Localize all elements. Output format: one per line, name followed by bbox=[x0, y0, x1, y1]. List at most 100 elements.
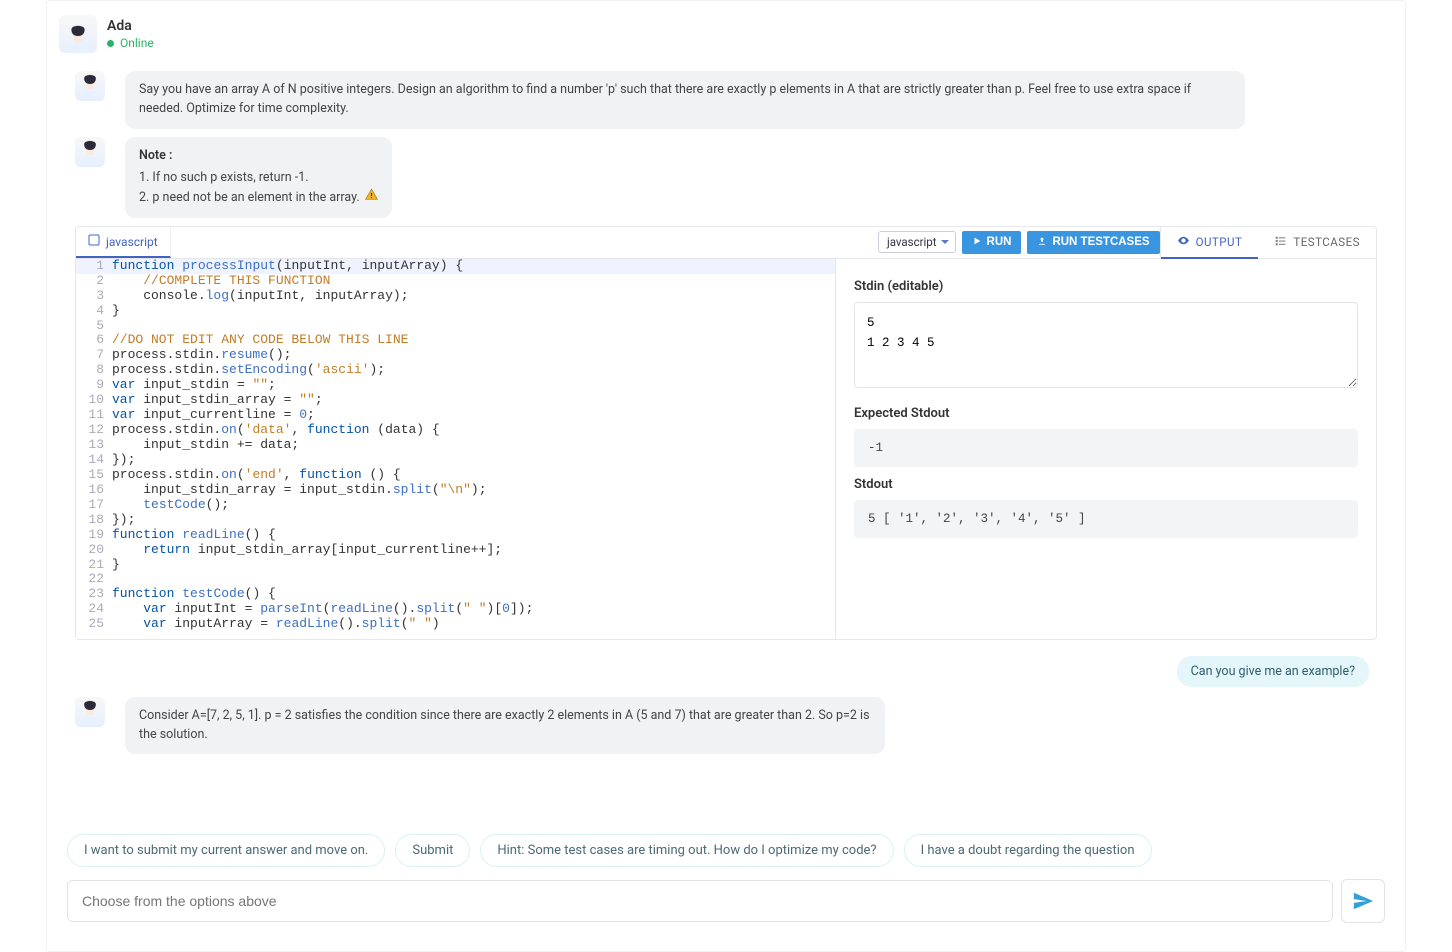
code-line[interactable]: 21} bbox=[76, 558, 835, 573]
code-line[interactable]: 12process.stdin.on('data', function (dat… bbox=[76, 423, 835, 438]
line-number: 2 bbox=[76, 274, 112, 289]
code-line[interactable]: 16 input_stdin_array = input_stdin.split… bbox=[76, 483, 835, 498]
code-content: input_stdin_array = input_stdin.split("\… bbox=[112, 483, 487, 498]
stdout-label: Stdout bbox=[854, 477, 1358, 492]
run-testcases-button[interactable]: RUN TESTCASES bbox=[1027, 231, 1159, 254]
code-content: console.log(inputInt, inputArray); bbox=[112, 289, 409, 304]
run-button[interactable]: RUN bbox=[962, 231, 1022, 254]
chip-submit-and-move-on[interactable]: I want to submit my current answer and m… bbox=[67, 834, 385, 867]
code-content: var inputInt = parseInt(readLine().split… bbox=[112, 602, 533, 617]
code-line[interactable]: 3 console.log(inputInt, inputArray); bbox=[76, 289, 835, 304]
user-bubble: Can you give me an example? bbox=[1177, 656, 1369, 687]
send-button[interactable] bbox=[1341, 879, 1385, 923]
avatar bbox=[75, 697, 105, 727]
code-content: //DO NOT EDIT ANY CODE BELOW THIS LINE bbox=[112, 333, 408, 348]
list-icon bbox=[1274, 234, 1287, 250]
code-line[interactable]: 7process.stdin.resume(); bbox=[76, 348, 835, 363]
code-line[interactable]: 17 testCode(); bbox=[76, 498, 835, 513]
line-number: 20 bbox=[76, 543, 112, 558]
code-content: var input_stdin_array = ""; bbox=[112, 393, 323, 408]
code-line[interactable]: 6//DO NOT EDIT ANY CODE BELOW THIS LINE bbox=[76, 333, 835, 348]
line-number: 23 bbox=[76, 587, 112, 602]
code-content: }); bbox=[112, 513, 135, 528]
code-line[interactable]: 14}); bbox=[76, 453, 835, 468]
code-line[interactable]: 22 bbox=[76, 572, 835, 587]
code-line[interactable]: 13 input_stdin += data; bbox=[76, 438, 835, 453]
line-number: 1 bbox=[76, 259, 112, 274]
upload-icon bbox=[1037, 236, 1047, 249]
editor-toolbar: javascript javascript RUN RUN TE bbox=[76, 227, 1376, 259]
code-editor[interactable]: 1function processInput(inputInt, inputAr… bbox=[76, 259, 836, 639]
line-number: 5 bbox=[76, 319, 112, 334]
code-line[interactable]: 18}); bbox=[76, 513, 835, 528]
message-input[interactable] bbox=[67, 880, 1333, 922]
chip-submit[interactable]: Submit bbox=[395, 834, 470, 867]
code-content: } bbox=[112, 558, 120, 573]
chip-doubt[interactable]: I have a doubt regarding the question bbox=[904, 834, 1152, 867]
chip-hint-optimize[interactable]: Hint: Some test cases are timing out. Ho… bbox=[480, 834, 893, 867]
code-line[interactable]: 5 bbox=[76, 319, 835, 334]
avatar bbox=[59, 15, 97, 53]
code-content: }); bbox=[112, 453, 135, 468]
code-line[interactable]: 11var input_currentline = 0; bbox=[76, 408, 835, 423]
code-content: testCode(); bbox=[112, 498, 229, 513]
avatar bbox=[75, 137, 105, 167]
stdin-label: Stdin (editable) bbox=[854, 279, 1358, 294]
code-line[interactable]: 23function testCode() { bbox=[76, 587, 835, 602]
code-content: process.stdin.setEncoding('ascii'); bbox=[112, 363, 385, 378]
line-number: 4 bbox=[76, 304, 112, 319]
code-line[interactable]: 9var input_stdin = ""; bbox=[76, 378, 835, 393]
code-line[interactable]: 24 var inputInt = parseInt(readLine().sp… bbox=[76, 602, 835, 617]
language-tab-javascript[interactable]: javascript bbox=[76, 227, 171, 258]
language-select[interactable]: javascript bbox=[878, 231, 956, 253]
line-number: 25 bbox=[76, 617, 112, 632]
code-content: return input_stdin_array[input_currentli… bbox=[112, 543, 502, 558]
code-line[interactable]: 19function readLine() { bbox=[76, 528, 835, 543]
code-editor-panel: javascript javascript RUN RUN TE bbox=[75, 226, 1377, 640]
line-number: 7 bbox=[76, 348, 112, 363]
expected-stdout-value: -1 bbox=[854, 429, 1358, 467]
code-content: //COMPLETE THIS FUNCTION bbox=[112, 274, 330, 289]
stdin-input[interactable] bbox=[854, 302, 1358, 388]
line-number: 21 bbox=[76, 558, 112, 573]
assistant-name: Ada bbox=[107, 18, 154, 34]
code-content: var input_stdin = ""; bbox=[112, 378, 276, 393]
line-number: 15 bbox=[76, 468, 112, 483]
note-line: 1. If no such p exists, return -1. bbox=[139, 169, 378, 188]
expected-stdout-label: Expected Stdout bbox=[854, 406, 1358, 421]
code-line[interactable]: 8process.stdin.setEncoding('ascii'); bbox=[76, 363, 835, 378]
note-line: 2. p need not be an element in the array… bbox=[139, 188, 378, 208]
message-row: Note : 1. If no such p exists, return -1… bbox=[75, 137, 1393, 218]
status-indicator: Online bbox=[107, 36, 154, 50]
code-line[interactable]: 4} bbox=[76, 304, 835, 319]
line-number: 16 bbox=[76, 483, 112, 498]
status-text: Online bbox=[120, 36, 154, 50]
tab-output[interactable]: OUTPUT bbox=[1161, 227, 1259, 259]
code-content: } bbox=[112, 304, 120, 319]
line-number: 19 bbox=[76, 528, 112, 543]
code-content: function testCode() { bbox=[112, 587, 276, 602]
suggestion-chips: I want to submit my current answer and m… bbox=[67, 834, 1385, 867]
message-row: Consider A=[7, 2, 5, 1]. p = 2 satisfies… bbox=[75, 697, 1393, 755]
line-number: 10 bbox=[76, 393, 112, 408]
line-number: 24 bbox=[76, 602, 112, 617]
line-number: 3 bbox=[76, 289, 112, 304]
line-number: 8 bbox=[76, 363, 112, 378]
code-content: var inputArray = readLine().split(" ") bbox=[112, 617, 440, 632]
javascript-icon bbox=[88, 234, 100, 249]
code-line[interactable]: 25 var inputArray = readLine().split(" "… bbox=[76, 617, 835, 632]
code-line[interactable]: 20 return input_stdin_array[input_curren… bbox=[76, 543, 835, 558]
code-content: process.stdin.on('end', function () { bbox=[112, 468, 401, 483]
line-number: 17 bbox=[76, 498, 112, 513]
code-content: function processInput(inputInt, inputArr… bbox=[112, 259, 463, 274]
message-input-row bbox=[67, 879, 1385, 923]
code-content: input_stdin += data; bbox=[112, 438, 299, 453]
tab-testcases[interactable]: TESTCASES bbox=[1258, 227, 1376, 257]
code-line[interactable]: 2 //COMPLETE THIS FUNCTION bbox=[76, 274, 835, 289]
code-line[interactable]: 10var input_stdin_array = ""; bbox=[76, 393, 835, 408]
line-number: 14 bbox=[76, 453, 112, 468]
status-dot-icon bbox=[107, 40, 114, 47]
code-line[interactable]: 1function processInput(inputInt, inputAr… bbox=[76, 259, 835, 274]
code-line[interactable]: 15process.stdin.on('end', function () { bbox=[76, 468, 835, 483]
line-number: 12 bbox=[76, 423, 112, 438]
